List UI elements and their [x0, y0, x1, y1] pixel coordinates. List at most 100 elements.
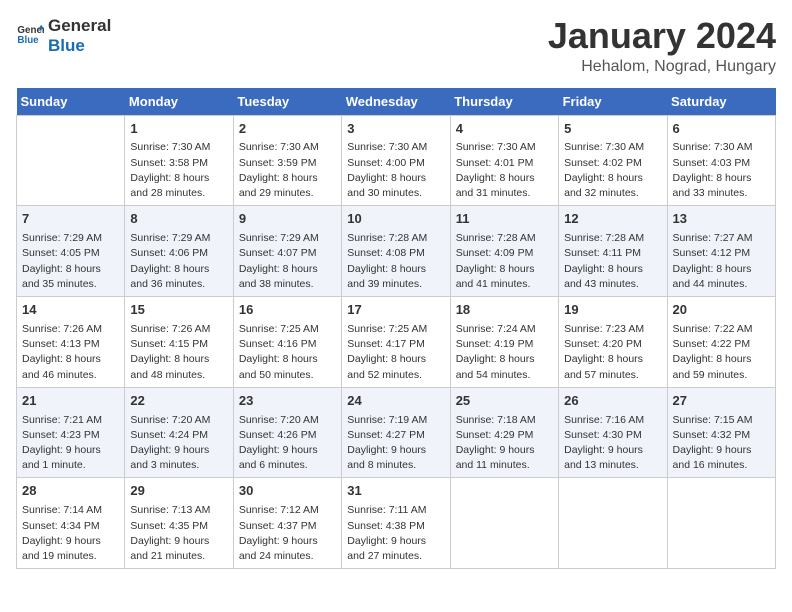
sunrise-text: Sunrise: 7:22 AM — [673, 322, 770, 337]
weekday-header-tuesday: Tuesday — [233, 88, 341, 116]
calendar-cell: 31Sunrise: 7:11 AMSunset: 4:38 PMDayligh… — [342, 478, 450, 569]
sunset-text: Sunset: 4:02 PM — [564, 156, 661, 171]
calendar-cell: 22Sunrise: 7:20 AMSunset: 4:24 PMDayligh… — [125, 387, 233, 478]
sunset-text: Sunset: 4:30 PM — [564, 428, 661, 443]
calendar-cell: 29Sunrise: 7:13 AMSunset: 4:35 PMDayligh… — [125, 478, 233, 569]
sunset-text: Sunset: 4:16 PM — [239, 337, 336, 352]
sunrise-text: Sunrise: 7:30 AM — [347, 140, 444, 155]
calendar-cell: 25Sunrise: 7:18 AMSunset: 4:29 PMDayligh… — [450, 387, 558, 478]
weekday-header-thursday: Thursday — [450, 88, 558, 116]
calendar-cell: 3Sunrise: 7:30 AMSunset: 4:00 PMDaylight… — [342, 115, 450, 206]
sunrise-text: Sunrise: 7:16 AM — [564, 413, 661, 428]
daylight-text: Daylight: 9 hours and 19 minutes. — [22, 534, 119, 564]
day-number: 28 — [22, 482, 119, 501]
sunset-text: Sunset: 4:00 PM — [347, 156, 444, 171]
day-number: 25 — [456, 392, 553, 411]
sunset-text: Sunset: 4:27 PM — [347, 428, 444, 443]
calendar-cell: 18Sunrise: 7:24 AMSunset: 4:19 PMDayligh… — [450, 297, 558, 388]
calendar-cell: 9Sunrise: 7:29 AMSunset: 4:07 PMDaylight… — [233, 206, 341, 297]
daylight-text: Daylight: 9 hours and 16 minutes. — [673, 443, 770, 473]
sunrise-text: Sunrise: 7:15 AM — [673, 413, 770, 428]
calendar-cell: 27Sunrise: 7:15 AMSunset: 4:32 PMDayligh… — [667, 387, 775, 478]
calendar-cell: 16Sunrise: 7:25 AMSunset: 4:16 PMDayligh… — [233, 297, 341, 388]
calendar-week-row: 7Sunrise: 7:29 AMSunset: 4:05 PMDaylight… — [17, 206, 776, 297]
weekday-header-wednesday: Wednesday — [342, 88, 450, 116]
calendar-cell: 6Sunrise: 7:30 AMSunset: 4:03 PMDaylight… — [667, 115, 775, 206]
daylight-text: Daylight: 8 hours and 28 minutes. — [130, 171, 227, 201]
daylight-text: Daylight: 8 hours and 50 minutes. — [239, 352, 336, 382]
day-number: 2 — [239, 120, 336, 139]
daylight-text: Daylight: 9 hours and 11 minutes. — [456, 443, 553, 473]
sunrise-text: Sunrise: 7:28 AM — [347, 231, 444, 246]
title-block: January 2024 Hehalom, Nograd, Hungary — [548, 16, 776, 76]
sunset-text: Sunset: 3:58 PM — [130, 156, 227, 171]
day-number: 21 — [22, 392, 119, 411]
calendar-cell: 19Sunrise: 7:23 AMSunset: 4:20 PMDayligh… — [559, 297, 667, 388]
daylight-text: Daylight: 8 hours and 44 minutes. — [673, 262, 770, 292]
sunset-text: Sunset: 4:38 PM — [347, 519, 444, 534]
sunrise-text: Sunrise: 7:29 AM — [22, 231, 119, 246]
daylight-text: Daylight: 8 hours and 43 minutes. — [564, 262, 661, 292]
svg-text:Blue: Blue — [17, 35, 39, 46]
logo-icon: General Blue — [16, 22, 44, 50]
sunset-text: Sunset: 3:59 PM — [239, 156, 336, 171]
sunrise-text: Sunrise: 7:26 AM — [130, 322, 227, 337]
sunrise-text: Sunrise: 7:21 AM — [22, 413, 119, 428]
sunset-text: Sunset: 4:34 PM — [22, 519, 119, 534]
daylight-text: Daylight: 8 hours and 46 minutes. — [22, 352, 119, 382]
sunrise-text: Sunrise: 7:18 AM — [456, 413, 553, 428]
day-number: 6 — [673, 120, 770, 139]
daylight-text: Daylight: 9 hours and 24 minutes. — [239, 534, 336, 564]
day-number: 31 — [347, 482, 444, 501]
calendar-cell: 4Sunrise: 7:30 AMSunset: 4:01 PMDaylight… — [450, 115, 558, 206]
day-number: 1 — [130, 120, 227, 139]
daylight-text: Daylight: 8 hours and 30 minutes. — [347, 171, 444, 201]
sunset-text: Sunset: 4:17 PM — [347, 337, 444, 352]
calendar-week-row: 21Sunrise: 7:21 AMSunset: 4:23 PMDayligh… — [17, 387, 776, 478]
calendar-cell: 28Sunrise: 7:14 AMSunset: 4:34 PMDayligh… — [17, 478, 125, 569]
sunrise-text: Sunrise: 7:23 AM — [564, 322, 661, 337]
day-number: 8 — [130, 210, 227, 229]
daylight-text: Daylight: 9 hours and 13 minutes. — [564, 443, 661, 473]
calendar-cell: 23Sunrise: 7:20 AMSunset: 4:26 PMDayligh… — [233, 387, 341, 478]
daylight-text: Daylight: 9 hours and 8 minutes. — [347, 443, 444, 473]
daylight-text: Daylight: 8 hours and 57 minutes. — [564, 352, 661, 382]
sunrise-text: Sunrise: 7:24 AM — [456, 322, 553, 337]
sunrise-text: Sunrise: 7:19 AM — [347, 413, 444, 428]
calendar-cell: 7Sunrise: 7:29 AMSunset: 4:05 PMDaylight… — [17, 206, 125, 297]
day-number: 15 — [130, 301, 227, 320]
day-number: 17 — [347, 301, 444, 320]
logo: General Blue General Blue — [16, 16, 111, 57]
calendar-cell — [559, 478, 667, 569]
day-number: 7 — [22, 210, 119, 229]
calendar-cell: 5Sunrise: 7:30 AMSunset: 4:02 PMDaylight… — [559, 115, 667, 206]
sunset-text: Sunset: 4:35 PM — [130, 519, 227, 534]
calendar-cell: 14Sunrise: 7:26 AMSunset: 4:13 PMDayligh… — [17, 297, 125, 388]
sunset-text: Sunset: 4:13 PM — [22, 337, 119, 352]
sunset-text: Sunset: 4:08 PM — [347, 246, 444, 261]
day-number: 13 — [673, 210, 770, 229]
day-number: 9 — [239, 210, 336, 229]
calendar-cell: 8Sunrise: 7:29 AMSunset: 4:06 PMDaylight… — [125, 206, 233, 297]
day-number: 10 — [347, 210, 444, 229]
daylight-text: Daylight: 8 hours and 29 minutes. — [239, 171, 336, 201]
daylight-text: Daylight: 8 hours and 38 minutes. — [239, 262, 336, 292]
sunrise-text: Sunrise: 7:28 AM — [456, 231, 553, 246]
daylight-text: Daylight: 8 hours and 31 minutes. — [456, 171, 553, 201]
calendar-cell: 12Sunrise: 7:28 AMSunset: 4:11 PMDayligh… — [559, 206, 667, 297]
day-number: 29 — [130, 482, 227, 501]
day-number: 5 — [564, 120, 661, 139]
calendar-cell: 20Sunrise: 7:22 AMSunset: 4:22 PMDayligh… — [667, 297, 775, 388]
daylight-text: Daylight: 8 hours and 48 minutes. — [130, 352, 227, 382]
calendar-cell: 30Sunrise: 7:12 AMSunset: 4:37 PMDayligh… — [233, 478, 341, 569]
calendar-cell: 17Sunrise: 7:25 AMSunset: 4:17 PMDayligh… — [342, 297, 450, 388]
day-number: 16 — [239, 301, 336, 320]
sunset-text: Sunset: 4:19 PM — [456, 337, 553, 352]
daylight-text: Daylight: 9 hours and 1 minute. — [22, 443, 119, 473]
calendar-cell: 13Sunrise: 7:27 AMSunset: 4:12 PMDayligh… — [667, 206, 775, 297]
sunrise-text: Sunrise: 7:20 AM — [130, 413, 227, 428]
daylight-text: Daylight: 8 hours and 59 minutes. — [673, 352, 770, 382]
sunset-text: Sunset: 4:22 PM — [673, 337, 770, 352]
daylight-text: Daylight: 8 hours and 35 minutes. — [22, 262, 119, 292]
sunrise-text: Sunrise: 7:13 AM — [130, 503, 227, 518]
